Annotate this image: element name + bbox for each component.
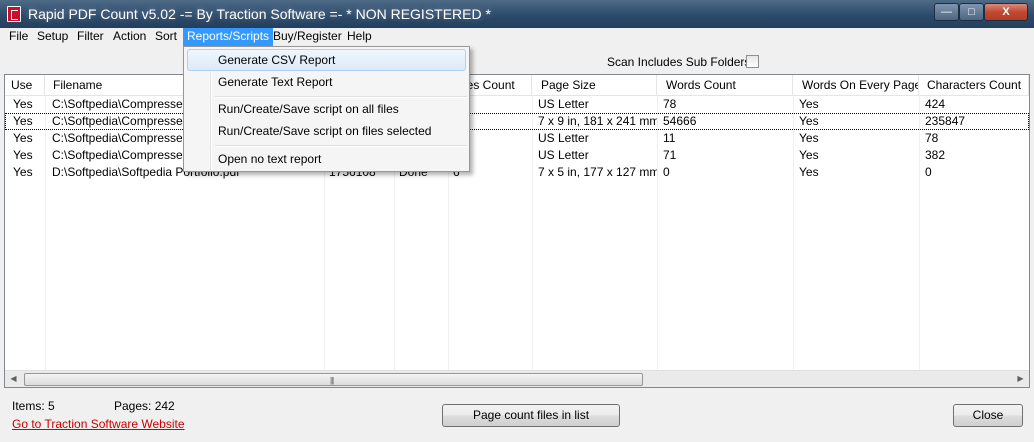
- cell-words: 0: [663, 165, 670, 179]
- scan-subfolders-checkbox[interactable]: [746, 55, 759, 68]
- menu-help[interactable]: Help: [343, 28, 376, 46]
- col-use[interactable]: Use: [5, 75, 45, 96]
- menu-reports-scripts[interactable]: Reports/Scripts: [183, 28, 274, 46]
- maximize-button[interactable]: □: [959, 3, 984, 21]
- cell-words: 54666: [663, 114, 697, 128]
- scrollbar-thumb[interactable]: |||: [24, 373, 643, 386]
- cell-words-every-page: Yes: [799, 131, 819, 145]
- title-bar: Rapid PDF Count v5.02 -= By Traction Sof…: [0, 0, 1034, 28]
- menu-script-selected-files[interactable]: Run/Create/Save script on files selected: [187, 120, 466, 142]
- cell-words-every-page: Yes: [799, 148, 819, 162]
- menu-separator: [215, 145, 467, 147]
- status-area: Items: 5 Pages: 242 Go to Traction Softw…: [0, 388, 1034, 442]
- cell-words: 78: [663, 97, 677, 111]
- cell-words-every-page: Yes: [799, 165, 819, 179]
- cell-characters: 0: [925, 165, 932, 179]
- cell-words-every-page: Yes: [799, 97, 819, 111]
- cell-characters: 78: [925, 131, 939, 145]
- window-title: Rapid PDF Count v5.02 -= By Traction Sof…: [28, 6, 491, 22]
- menu-file[interactable]: File: [5, 28, 32, 46]
- grid-body: Yes C:\Softpedia\Compressed F US Letter …: [5, 96, 1029, 370]
- options-row: Scan Includes Sub Folders: [0, 46, 1034, 74]
- items-count: Items: 5: [12, 399, 55, 413]
- pages-count: Pages: 242: [114, 399, 175, 413]
- grid-header: Use Filename ges Count Page Size Words C…: [5, 75, 1029, 96]
- table-row[interactable]: Yes C:\Softpedia\Compressed F 5 7 x 9 in…: [5, 113, 1029, 130]
- cell-page-size: 7 x 9 in, 181 x 241 mm: [538, 114, 657, 128]
- close-window-button[interactable]: X: [984, 3, 1028, 21]
- cell-use: Yes: [13, 148, 33, 162]
- horizontal-scrollbar[interactable]: ◀ ||| ▶: [5, 370, 1029, 387]
- table-row[interactable]: Yes D:\Softpedia\Softpedia Portfolio.pdf…: [5, 164, 1029, 181]
- scroll-left-arrow-icon[interactable]: ◀: [5, 371, 22, 387]
- menu-action[interactable]: Action: [109, 28, 150, 46]
- col-page-size[interactable]: Page Size: [532, 75, 657, 96]
- close-button[interactable]: Close: [953, 404, 1023, 427]
- cell-words-every-page: Yes: [799, 114, 819, 128]
- table-row[interactable]: Yes C:\Softpedia\Compressed F US Letter …: [5, 96, 1029, 113]
- cell-characters: 382: [925, 148, 946, 162]
- cell-characters: 235847: [925, 114, 966, 128]
- menu-setup[interactable]: Setup: [33, 28, 72, 46]
- scroll-grip-icon: |||: [330, 376, 334, 385]
- table-row[interactable]: Yes C:\Softpedia\Compressed F US Letter …: [5, 130, 1029, 147]
- cell-use: Yes: [13, 97, 33, 111]
- traction-website-link[interactable]: Go to Traction Software Website: [12, 417, 185, 431]
- menu-bar: File Setup Filter Action Sort Reports/Sc…: [0, 28, 1034, 46]
- menu-open-no-text-report[interactable]: Open no text report: [187, 148, 466, 170]
- page-count-button[interactable]: Page count files in list: [442, 404, 620, 427]
- scroll-right-arrow-icon[interactable]: ▶: [1012, 371, 1029, 387]
- reports-scripts-dropdown: Generate CSV Report Generate Text Report…: [183, 46, 470, 172]
- col-words-every-page[interactable]: Words On Every Page: [793, 75, 919, 96]
- menu-filter[interactable]: Filter: [73, 28, 108, 46]
- col-characters-count[interactable]: Characters Count: [919, 75, 1029, 96]
- cell-page-size: US Letter: [538, 148, 589, 162]
- cell-use: Yes: [13, 131, 33, 145]
- cell-page-size: US Letter: [538, 97, 589, 111]
- minimize-button[interactable]: —: [934, 3, 959, 21]
- col-words-count[interactable]: Words Count: [657, 75, 793, 96]
- cell-page-size: 7 x 5 in, 177 x 127 mm: [538, 165, 657, 179]
- menu-buy-register[interactable]: Buy/Register: [269, 28, 346, 46]
- menu-sort[interactable]: Sort: [151, 28, 181, 46]
- table-row[interactable]: Yes C:\Softpedia\Compressed F US Letter …: [5, 147, 1029, 164]
- menu-generate-csv-report[interactable]: Generate CSV Report: [187, 49, 466, 71]
- cell-use: Yes: [13, 114, 33, 128]
- menu-generate-text-report[interactable]: Generate Text Report: [187, 71, 466, 93]
- menu-script-all-files[interactable]: Run/Create/Save script on all files: [187, 98, 466, 120]
- file-list-grid[interactable]: Use Filename ges Count Page Size Words C…: [4, 74, 1030, 388]
- scan-subfolders-label: Scan Includes Sub Folders: [607, 55, 751, 69]
- cell-use: Yes: [13, 165, 33, 179]
- cell-characters: 424: [925, 97, 946, 111]
- pdf-app-icon[interactable]: [7, 6, 21, 22]
- cell-page-size: US Letter: [538, 131, 589, 145]
- cell-words: 11: [663, 131, 676, 145]
- cell-words: 71: [663, 148, 677, 162]
